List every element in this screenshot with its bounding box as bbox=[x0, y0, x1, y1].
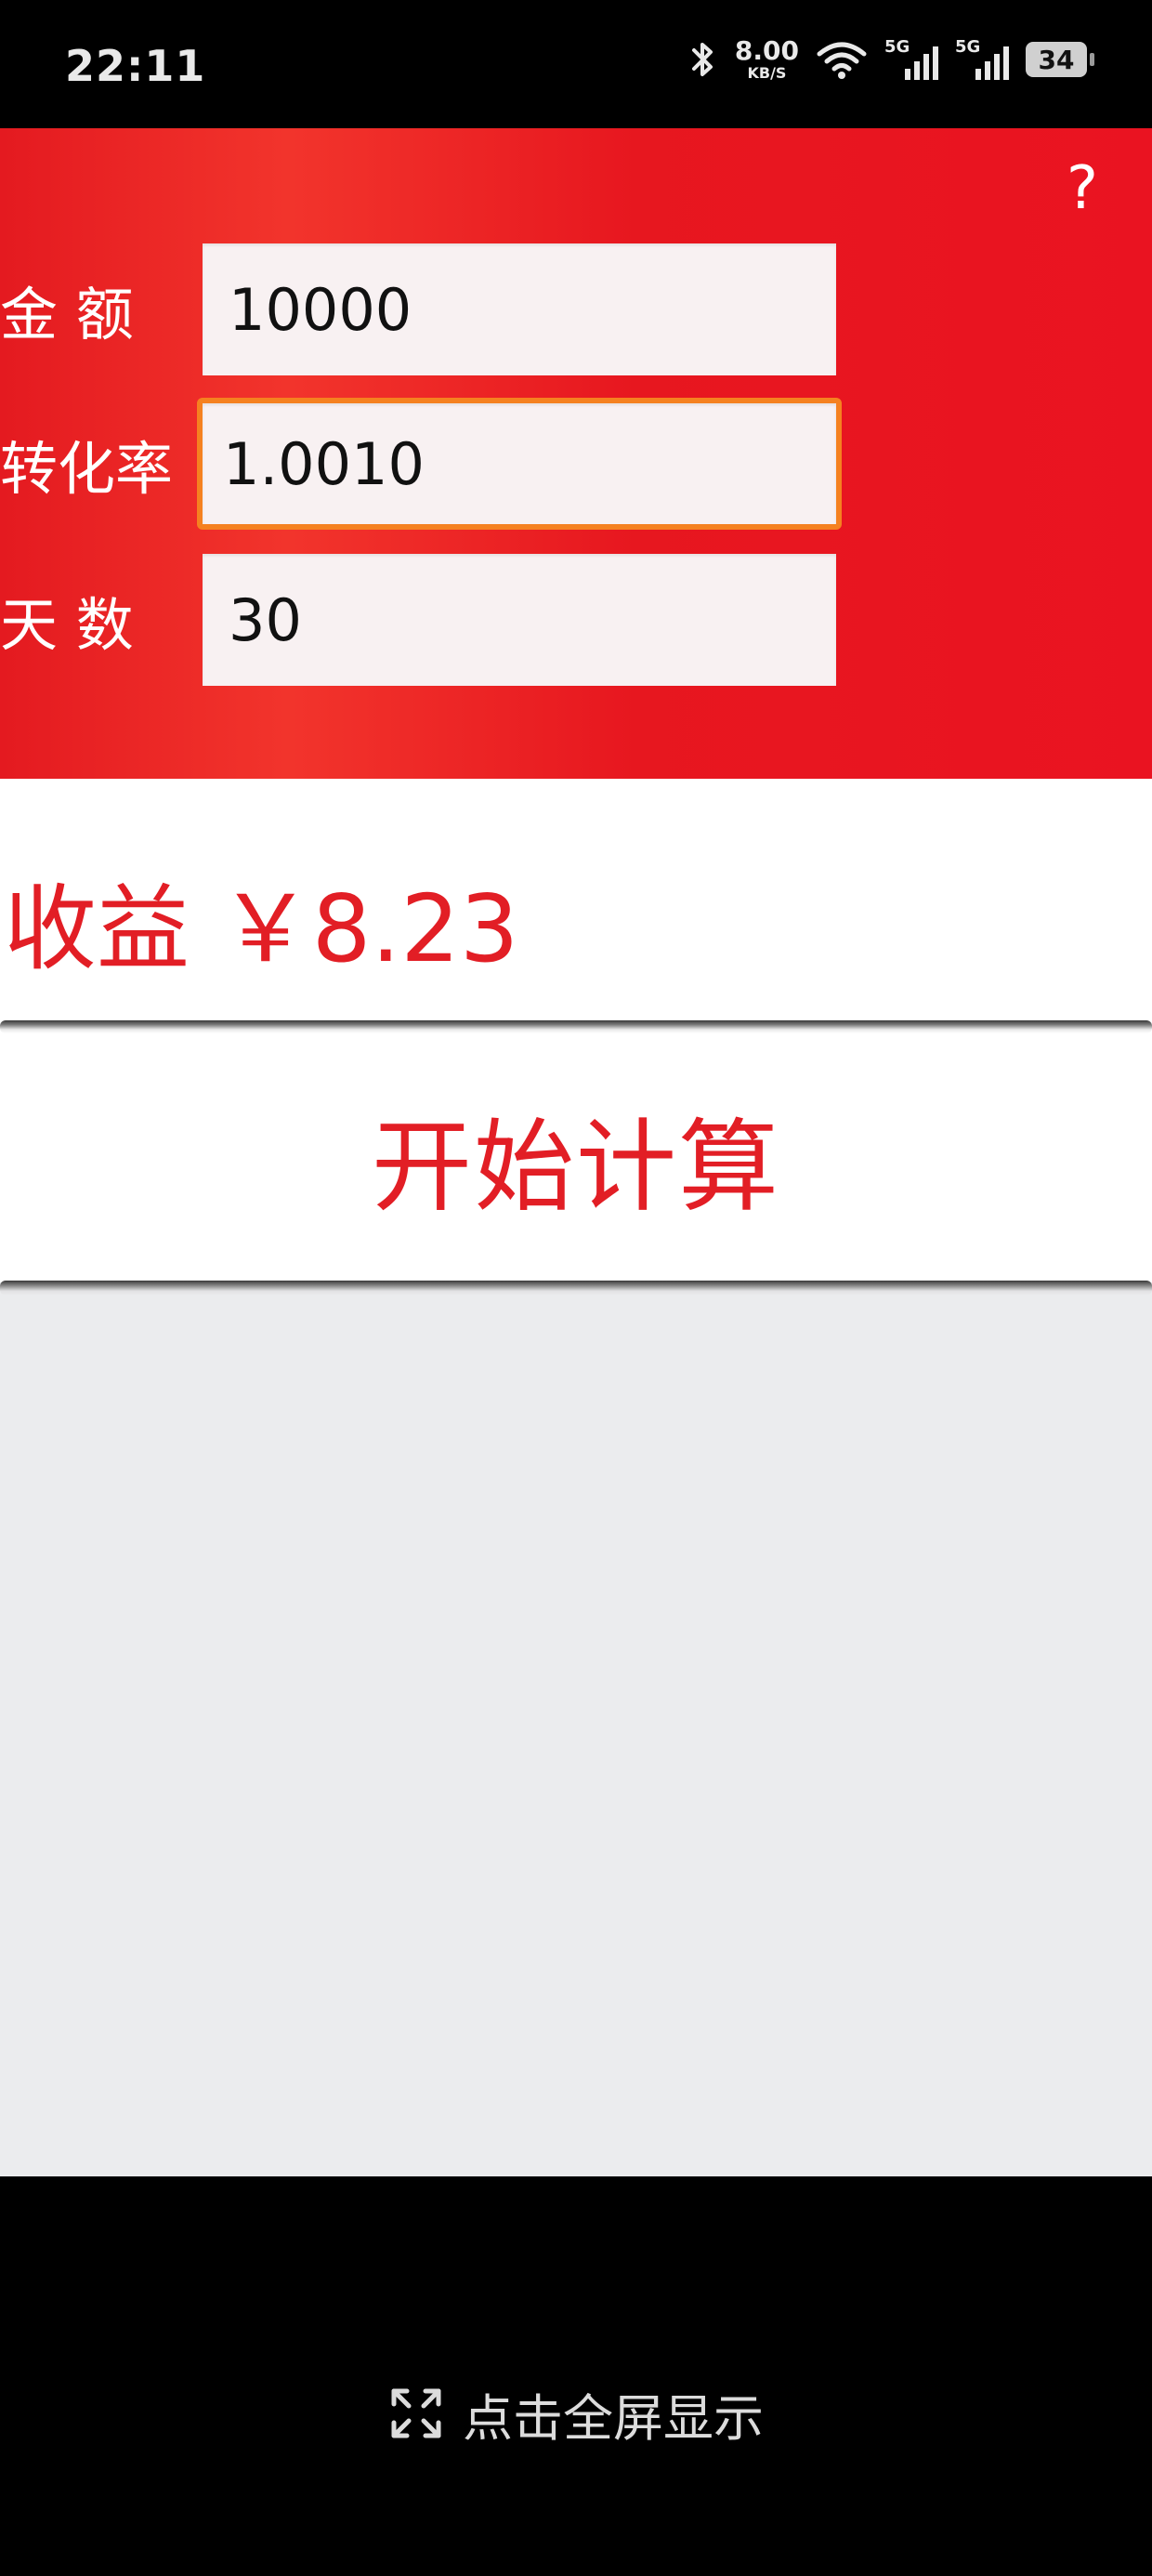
calculate-button-shadow bbox=[0, 1281, 1152, 1295]
rate-input[interactable] bbox=[197, 398, 842, 530]
amount-label: 金 额 bbox=[0, 281, 134, 348]
result-card-shadow bbox=[0, 1020, 1152, 1033]
wifi-icon bbox=[817, 42, 867, 79]
rate-row: 转化率 bbox=[0, 398, 1152, 530]
expand-icon bbox=[391, 2388, 441, 2438]
result-text: 收益 ￥8.23 bbox=[4, 874, 519, 983]
input-panel: ? 金 额 转化率 天 数 bbox=[0, 128, 1152, 779]
fullscreen-label: 点击全屏显示 bbox=[463, 2388, 764, 2448]
status-time: 22:11 bbox=[65, 41, 206, 91]
battery-level: 34 bbox=[1038, 44, 1075, 75]
sim2-signal-icon: 5G bbox=[955, 37, 1009, 82]
battery-icon: 34 bbox=[1026, 42, 1094, 77]
net-speed-value: 8.00 bbox=[734, 35, 799, 66]
status-bar: 22:11 8.00 KB/S 5G 5G 34 bbox=[0, 0, 1152, 128]
status-icons: 8.00 KB/S 5G 5G 34 bbox=[687, 37, 1094, 82]
days-row: 天 数 bbox=[0, 554, 1152, 686]
calculate-button[interactable]: 开始计算 bbox=[0, 1035, 1152, 1282]
bluetooth-icon bbox=[691, 43, 713, 76]
days-label: 天 数 bbox=[0, 591, 134, 659]
amount-input[interactable] bbox=[203, 243, 836, 375]
calculate-button-label: 开始计算 bbox=[371, 1110, 780, 1226]
amount-row: 金 额 bbox=[0, 243, 1152, 375]
fullscreen-button[interactable]: 点击全屏显示 bbox=[0, 2372, 1152, 2455]
days-input[interactable] bbox=[203, 554, 836, 686]
bottom-bar: 点击全屏显示 bbox=[0, 2176, 1152, 2576]
help-button[interactable]: ? bbox=[1050, 154, 1115, 223]
rate-label: 转化率 bbox=[0, 435, 174, 503]
net-speed: 8.00 KB/S bbox=[735, 38, 799, 81]
net-speed-unit: KB/S bbox=[747, 64, 787, 82]
app-content: ? 金 额 转化率 天 数 收益 ￥8.23 开始计算 bbox=[0, 128, 1152, 2176]
sim1-signal-icon: 5G bbox=[884, 37, 938, 82]
